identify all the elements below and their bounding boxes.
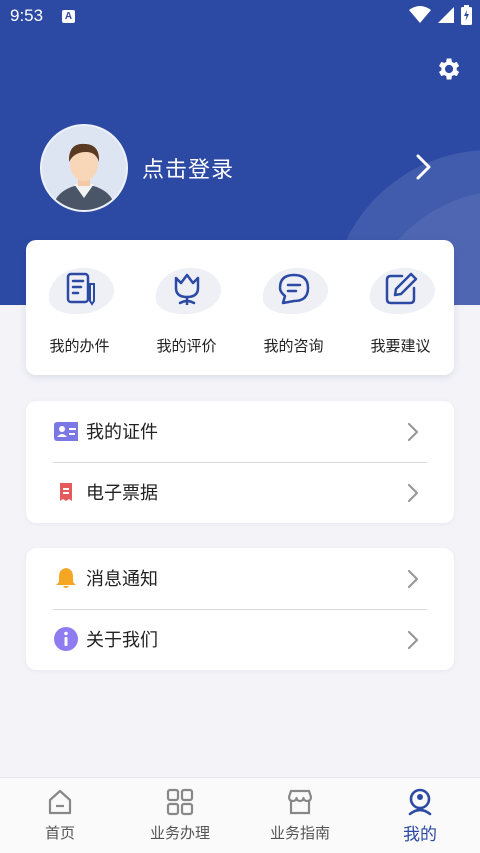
tab-label: 首页 xyxy=(44,824,75,842)
bottom-tab-bar: 首页 业务办理 业务指南 我的 xyxy=(0,777,480,853)
chevron-right-icon[interactable] xyxy=(412,152,434,182)
avatar[interactable] xyxy=(40,124,128,212)
settings-gear-icon[interactable] xyxy=(434,55,462,83)
receipt-icon xyxy=(60,483,72,501)
bell-icon xyxy=(56,568,76,588)
user-avatar-illustration xyxy=(42,126,126,210)
menu-item-about-us[interactable]: 关于我们 xyxy=(26,609,454,670)
id-card-icon xyxy=(54,422,78,441)
document-pen-icon xyxy=(66,272,95,306)
notification-badge: A xyxy=(62,10,75,23)
quick-action-my-consultations[interactable]: 我的咨询 xyxy=(240,240,347,375)
menu-item-label: 关于我们 xyxy=(86,630,158,651)
tab-label: 我的 xyxy=(403,825,437,845)
signal-icon xyxy=(438,7,454,23)
quick-action-my-cases[interactable]: 我的办件 xyxy=(26,240,133,375)
status-bar: 9:53 A xyxy=(0,0,480,34)
menu-item-label: 我的证件 xyxy=(86,422,158,443)
tab-label: 业务办理 xyxy=(149,824,210,842)
tab-home[interactable]: 首页 xyxy=(0,778,120,853)
menu-item-notifications[interactable]: 消息通知 xyxy=(26,548,454,609)
menu-group-documents: 我的证件 电子票据 xyxy=(26,401,454,523)
chevron-right-icon xyxy=(407,422,419,442)
menu-item-label: 电子票据 xyxy=(86,483,158,504)
edit-square-icon xyxy=(385,272,418,305)
battery-icon xyxy=(461,5,472,25)
login-link[interactable]: 点击登录 xyxy=(142,152,234,184)
chat-bubble-icon xyxy=(278,273,310,305)
quick-action-label: 我要建议 xyxy=(370,337,431,355)
chevron-right-icon xyxy=(407,483,419,503)
menu-item-label: 消息通知 xyxy=(86,569,158,590)
wifi-icon xyxy=(409,6,431,23)
user-icon xyxy=(408,788,432,816)
grid-icon xyxy=(166,788,194,816)
quick-action-my-reviews[interactable]: 我的评价 xyxy=(133,240,240,375)
tab-mine[interactable]: 我的 xyxy=(360,778,480,853)
info-icon xyxy=(54,627,78,651)
menu-item-my-certificates[interactable]: 我的证件 xyxy=(26,401,454,462)
tab-label: 业务指南 xyxy=(269,824,330,842)
tab-business-handling[interactable]: 业务办理 xyxy=(120,778,240,853)
menu-group-info: 消息通知 关于我们 xyxy=(26,548,454,670)
chevron-right-icon xyxy=(407,630,419,650)
quick-action-label: 我的办件 xyxy=(49,337,110,355)
menu-item-e-receipts[interactable]: 电子票据 xyxy=(26,462,454,523)
chevron-right-icon xyxy=(407,569,419,589)
tulip-icon xyxy=(174,273,200,305)
quick-action-suggestion[interactable]: 我要建议 xyxy=(347,240,454,375)
tab-business-guide[interactable]: 业务指南 xyxy=(240,778,360,853)
quick-actions-card: 我的办件 我的评价 我的咨询 我要建议 xyxy=(26,240,454,375)
quick-action-label: 我的评价 xyxy=(156,337,217,355)
status-time: 9:53 xyxy=(10,6,44,25)
quick-action-label: 我的咨询 xyxy=(263,337,324,355)
store-icon xyxy=(287,789,313,815)
home-icon xyxy=(48,789,72,815)
